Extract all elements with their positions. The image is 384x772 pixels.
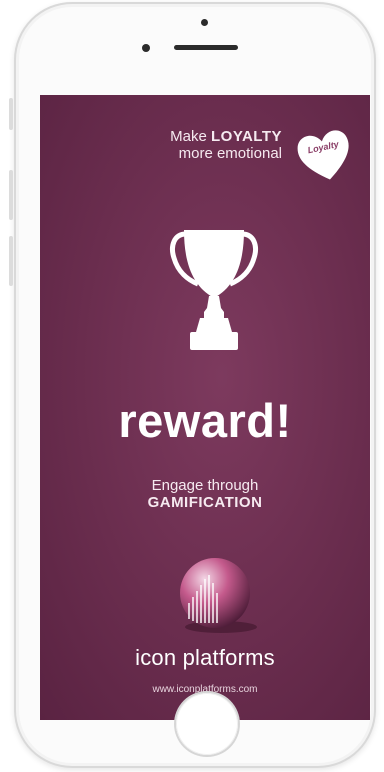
proximity-sensor bbox=[201, 19, 208, 26]
front-camera bbox=[142, 44, 150, 52]
trophy-icon bbox=[170, 230, 258, 350]
heart-icon: Loyalty bbox=[288, 119, 362, 193]
engage-line: Engage through bbox=[151, 477, 259, 494]
home-button[interactable] bbox=[176, 693, 238, 755]
sphere-logo bbox=[180, 558, 257, 633]
tagline-loyalty: LOYALTY bbox=[210, 128, 282, 145]
mute-switch bbox=[9, 98, 13, 130]
volume-up-button bbox=[9, 170, 13, 220]
volume-down-button bbox=[9, 236, 13, 286]
tagline-make: Make bbox=[170, 128, 211, 145]
brand-name: icon platforms bbox=[135, 645, 275, 670]
headline: reward! bbox=[118, 394, 292, 447]
earpiece-speaker bbox=[174, 45, 238, 50]
tagline: Make LOYALTY more emotional bbox=[170, 128, 282, 162]
tagline-rest: more emotional bbox=[178, 145, 282, 162]
app-screen: Make LOYALTY more emotional Loyalty rewa… bbox=[40, 95, 370, 720]
engage-text: Engage through GAMIFICATION bbox=[40, 477, 370, 511]
engage-strong: GAMIFICATION bbox=[147, 494, 263, 511]
